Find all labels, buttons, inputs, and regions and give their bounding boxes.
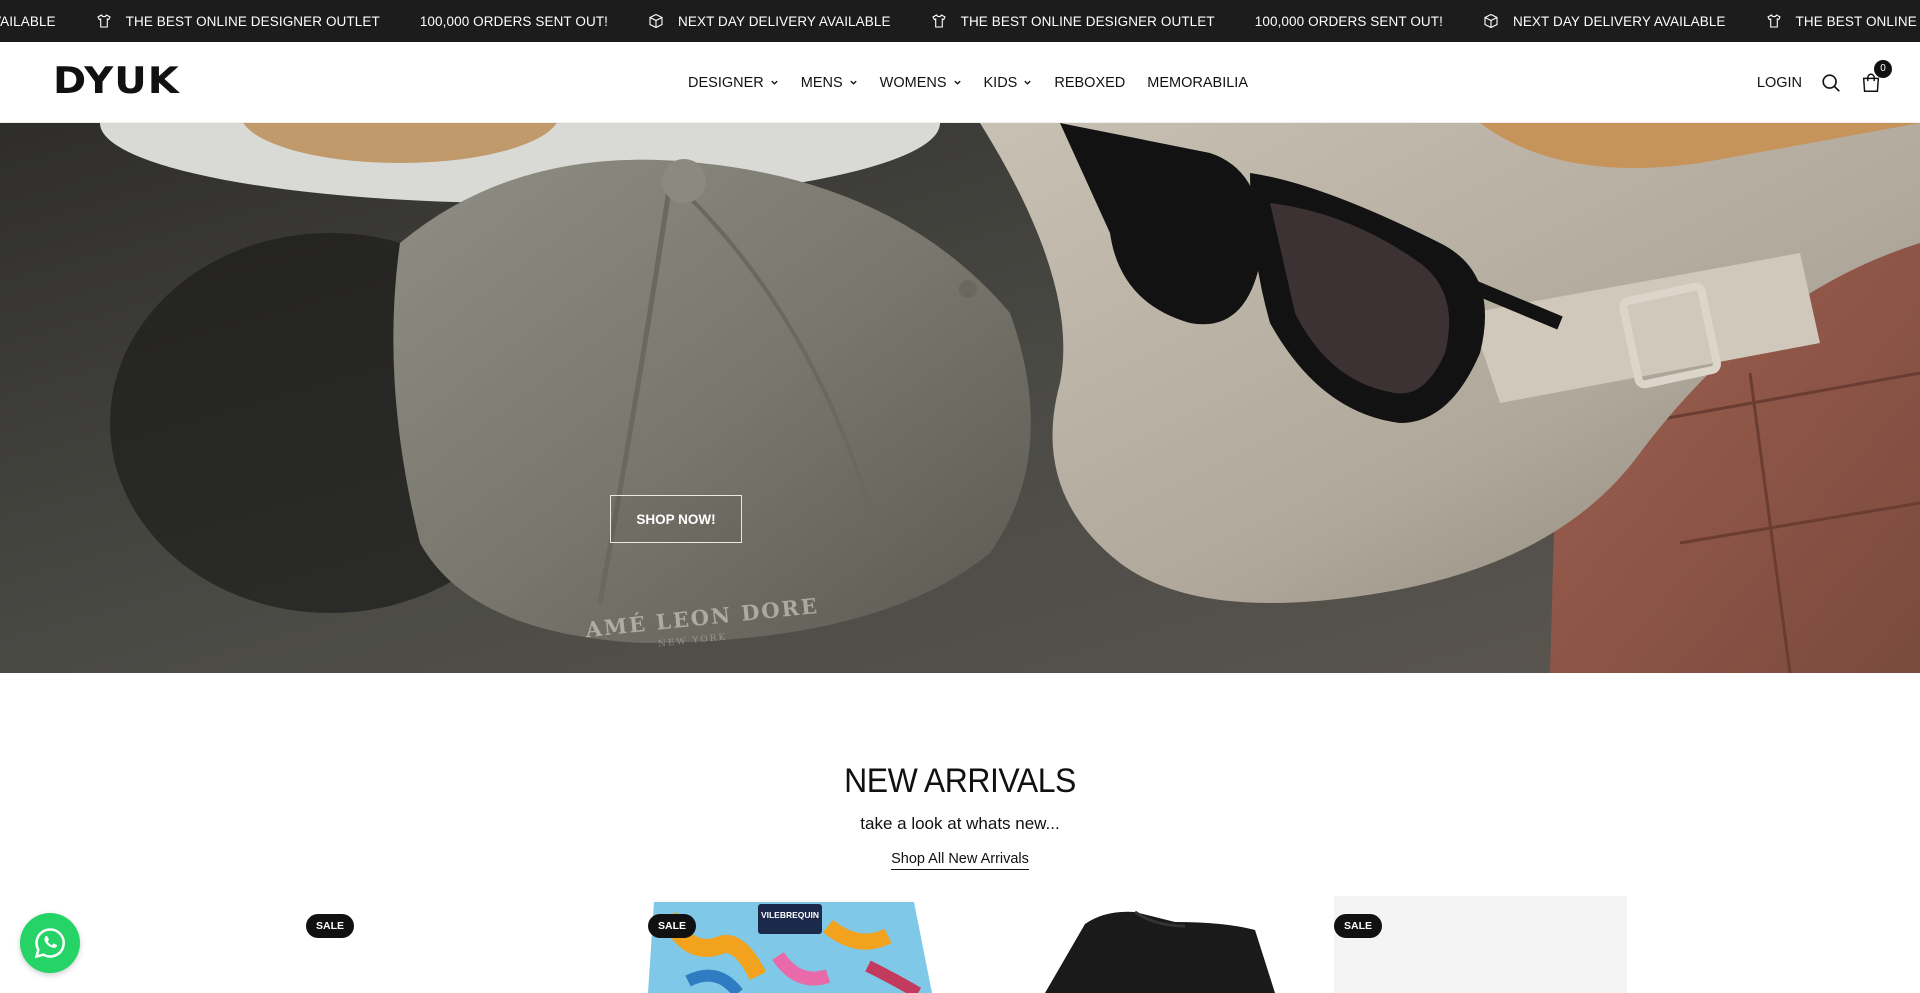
nav-item-label: REBOXED	[1054, 74, 1126, 91]
announcement-track: Y AVAILABLE THE BEST ONLINE DESIGNER OUTL…	[0, 0, 1920, 42]
box-icon	[1483, 13, 1499, 29]
nav-item-designer[interactable]: DESIGNER	[688, 75, 779, 91]
hero-image	[0, 123, 1920, 673]
header-actions: LOGIN 0	[1757, 42, 1892, 123]
nav-item-label: KIDS	[983, 74, 1018, 91]
shop-all-new-arrivals-link: Shop All New Arrivals	[0, 851, 1920, 870]
cart-count-badge: 0	[1874, 59, 1892, 78]
cart-icon[interactable]: 0	[1860, 59, 1892, 94]
announcement-item: NEXT DAY DELIVERY AVAILABLE	[1483, 13, 1726, 29]
new-arrivals-title: NEW ARRIVALS	[844, 762, 1076, 800]
announcement-text: NEXT DAY DELIVERY AVAILABLE	[678, 13, 891, 29]
shop-all-new-arrivals-text[interactable]: Shop All New Arrivals	[891, 851, 1029, 870]
login-link[interactable]: LOGIN	[1757, 75, 1802, 91]
announcement-item: NEXT DAY DELIVERY AVAILABLE	[648, 13, 891, 29]
product-card[interactable]: SALE VILEBREQUIN	[648, 896, 948, 993]
announcement-text: 100,000 ORDERS SENT OUT!	[419, 13, 609, 29]
hero-banner: AMÉ LEON DORE NEW YORK SHOP NOW!	[0, 123, 1920, 673]
nav-item-label: WOMENS	[879, 74, 947, 91]
whatsapp-icon	[34, 928, 65, 959]
tshirt-icon	[1766, 13, 1782, 29]
search-icon[interactable]	[1820, 72, 1842, 94]
announcement-text: Y AVAILABLE	[0, 13, 56, 29]
announcement-text: THE BEST ONLINE DESIGNER OUTLET	[125, 13, 380, 29]
announcement-bar: Y AVAILABLE THE BEST ONLINE DESIGNER OUTL…	[0, 0, 1920, 42]
nav-item-memorabilia[interactable]: MEMORABILIA	[1147, 75, 1248, 91]
announcement-item: THE BEST ONLINE DESIGNER OUTLET	[96, 13, 380, 29]
tshirt-icon	[931, 13, 947, 29]
product-card[interactable]: SALE	[1334, 896, 1634, 993]
announcement-text: THE BEST ONLINE DESIGNER OUTLET	[1795, 13, 1920, 29]
nav-item-reboxed[interactable]: REBOXED	[1054, 75, 1125, 91]
whatsapp-chat-button[interactable]	[20, 913, 80, 973]
product-row: SALE SALE VILEBREQUIN SALE	[0, 896, 1920, 993]
announcement-text: NEXT DAY DELIVERY AVAILABLE	[1512, 13, 1726, 29]
shop-now-button[interactable]: SHOP NOW!	[610, 495, 742, 543]
product-card[interactable]	[1025, 896, 1325, 993]
chevron-down-icon	[770, 78, 779, 87]
announcement-text: THE BEST ONLINE DESIGNER OUTLET	[960, 13, 1215, 29]
product-card[interactable]: SALE	[306, 896, 606, 993]
announcement-item: Y AVAILABLE	[0, 14, 56, 29]
announcement-item: 100,000 ORDERS SENT OUT!	[1255, 14, 1443, 29]
nav-item-mens[interactable]: MENS	[801, 75, 858, 91]
sale-badge: SALE	[306, 914, 355, 938]
sale-badge: SALE	[1334, 914, 1383, 938]
chevron-down-icon	[849, 78, 858, 87]
announcement-item: 100,000 ORDERS SENT OUT!	[420, 14, 608, 29]
chevron-down-icon	[1023, 78, 1032, 87]
site-header: DYUK DESIGNER MENS WOMENS KIDS REBOXED MEMORA…	[0, 42, 1920, 123]
product-brand-label: VILEBREQUIN	[761, 910, 819, 920]
product-image: VILEBREQUIN	[648, 902, 932, 993]
nav-item-label: DESIGNER	[688, 74, 764, 91]
logo[interactable]: DYUK	[53, 63, 180, 100]
nav-item-label: MENS	[800, 74, 843, 91]
chevron-down-icon	[953, 78, 962, 87]
sale-badge: SALE	[648, 914, 697, 938]
nav-item-kids[interactable]: KIDS	[984, 75, 1033, 91]
product-image	[1045, 910, 1275, 993]
box-icon	[648, 13, 664, 29]
new-arrivals-subtitle: take a look at whats new...	[860, 814, 1060, 833]
nav-item-label: MEMORABILIA	[1147, 74, 1248, 91]
announcement-item: THE BEST ONLINE DESIGNER OUTLET	[931, 13, 1215, 29]
announcement-item: THE BEST ONLINE DESIGNER OUTLET	[1766, 13, 1920, 29]
product-image	[1334, 896, 1627, 993]
tshirt-icon	[96, 13, 112, 29]
main-nav: DESIGNER MENS WOMENS KIDS REBOXED MEMORABILIA	[688, 42, 1270, 123]
nav-item-womens[interactable]: WOMENS	[880, 75, 962, 91]
announcement-text: 100,000 ORDERS SENT OUT!	[1254, 13, 1443, 29]
